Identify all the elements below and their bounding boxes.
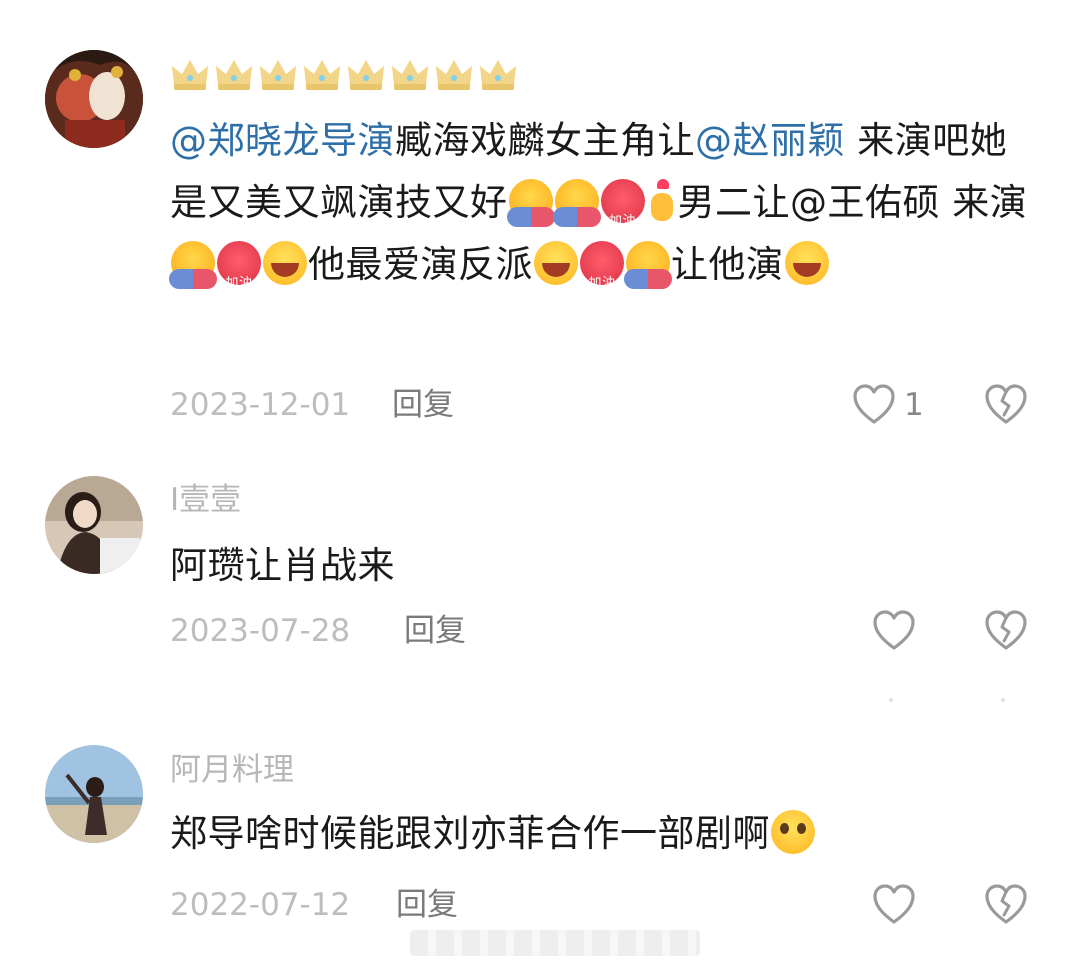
crown-icon [302,56,342,92]
avatar[interactable] [45,50,143,148]
divider-fragment [995,688,1035,702]
cheer-emoji-icon: 加油 [600,179,645,229]
comment-text: 郑导啥时候能跟刘亦菲合作一部剧啊 [170,803,1040,865]
pleading-emoji-icon [771,810,815,854]
hug-emoji-icon [552,179,601,227]
broken-heart-icon[interactable] [984,384,1028,426]
comment-text: 阿瓒让肖战来 [170,535,1040,597]
heart-outline-icon[interactable] [872,884,916,926]
username[interactable]: I壹壹 [170,480,241,520]
crown-icon [478,56,518,92]
hug-emoji-icon [506,179,555,227]
avatar[interactable] [45,476,143,574]
cheer-emoji-icon: 加油 [217,241,261,291]
crown-icon [170,56,210,92]
comment-text-run: 让他演 [671,243,784,286]
reply-button[interactable]: 回复 [404,606,466,656]
comment-date: 2023-12-01 [170,387,351,423]
comment-text-run: 郑导啥时候能跟刘亦菲合作一部剧啊 [170,812,770,855]
comment-text-run: 臧海戏麟女主角让 [395,119,695,162]
cheer-emoji-icon: 加油 [580,241,624,291]
username[interactable]: 阿月料理 [170,750,294,790]
heart-outline-icon[interactable] [872,610,916,652]
like-count: 1 [904,387,924,423]
mention-link[interactable]: @赵丽颖 [695,119,845,162]
laugh-emoji-icon [784,241,829,285]
divider-fragment [885,688,925,702]
comment-text-run: 男二让@王佑硕 来演 [677,181,1028,224]
comment-meta: 2023-07-28 回复 [170,606,1040,656]
comment-date: 2022-07-12 [170,887,351,923]
hug-emoji-icon [169,241,217,289]
laugh-emoji-icon [534,241,578,285]
avatar[interactable] [45,745,143,843]
reply-button[interactable]: 回复 [396,880,458,930]
hug-emoji-icon [624,241,672,289]
finger-heart-emoji-icon [647,179,677,223]
watermark-blur [410,930,700,956]
comment-text-run: 他最爱演反派 [308,243,533,286]
avatar-image [45,476,143,574]
comment-meta: 2022-07-12 回复 [170,880,1040,930]
crown-icon [434,56,474,92]
comment-meta: 2023-12-01 回复 1 [170,380,1040,430]
mention-link[interactable]: @郑晓龙导演 [170,119,395,162]
comment-text-run: 阿瓒让肖战来 [170,544,395,587]
crown-icon [258,56,298,92]
comment-date: 2023-07-28 [170,613,351,649]
broken-heart-icon[interactable] [984,610,1028,652]
heart-outline-icon[interactable] [852,384,896,426]
avatar-image [45,745,143,843]
comment-text: @郑晓龙导演臧海戏麟女主角让@赵丽颖 来演吧她是又美又飒演技又好 加油 男二让@王佑… [169,110,1040,296]
crown-icon [390,56,430,92]
avatar-image [45,50,143,148]
laugh-emoji-icon [263,241,307,285]
crown-icon [214,56,254,92]
reply-button[interactable]: 回复 [392,380,454,430]
crown-icon [346,56,386,92]
broken-heart-icon[interactable] [984,884,1028,926]
crown-badges [170,56,518,96]
